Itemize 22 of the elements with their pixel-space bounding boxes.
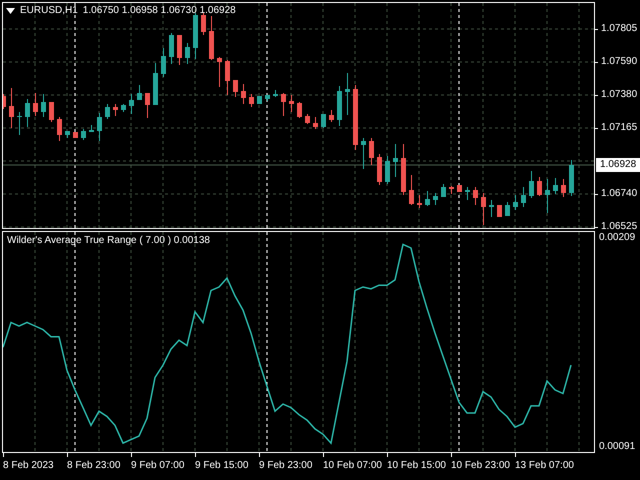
ohlc-values: 1.06750 1.06958 1.06730 1.06928 — [82, 4, 236, 17]
time-axis-label: 10 Feb 15:00 — [387, 460, 446, 472]
price-label: 1.07805 — [601, 23, 638, 35]
current-price-label: 1.06928 — [596, 158, 640, 172]
time-axis-label: 9 Feb 23:00 — [259, 460, 312, 472]
time-axis-label: 10 Feb 07:00 — [323, 460, 382, 472]
indicator-title: Wilder's Average True Range ( 7.00 ) 0.00138 — [7, 235, 210, 247]
indicator-scale-label: 0.00091 — [599, 441, 636, 454]
price-label: 1.06525 — [601, 221, 638, 233]
price-label: 1.07380 — [601, 89, 638, 101]
time-axis-label: 9 Feb 15:00 — [195, 460, 248, 472]
caret-icon[interactable] — [6, 8, 15, 14]
time-axis-label: 8 Feb 23:00 — [67, 460, 120, 472]
time-axis-label: 8 Feb 2023 — [3, 460, 54, 472]
symbol-label: EURUSD,H1 — [20, 4, 78, 17]
time-axis-label: 9 Feb 07:00 — [131, 460, 184, 472]
indicator-scale-label: 0.00209 — [599, 232, 636, 244]
time-axis-label: 10 Feb 23:00 — [451, 460, 510, 472]
price-label: 1.07165 — [601, 122, 638, 134]
price-label: 1.07590 — [601, 56, 638, 68]
price-label: 1.06740 — [601, 188, 638, 200]
time-axis-label: 13 Feb 07:00 — [515, 460, 574, 472]
